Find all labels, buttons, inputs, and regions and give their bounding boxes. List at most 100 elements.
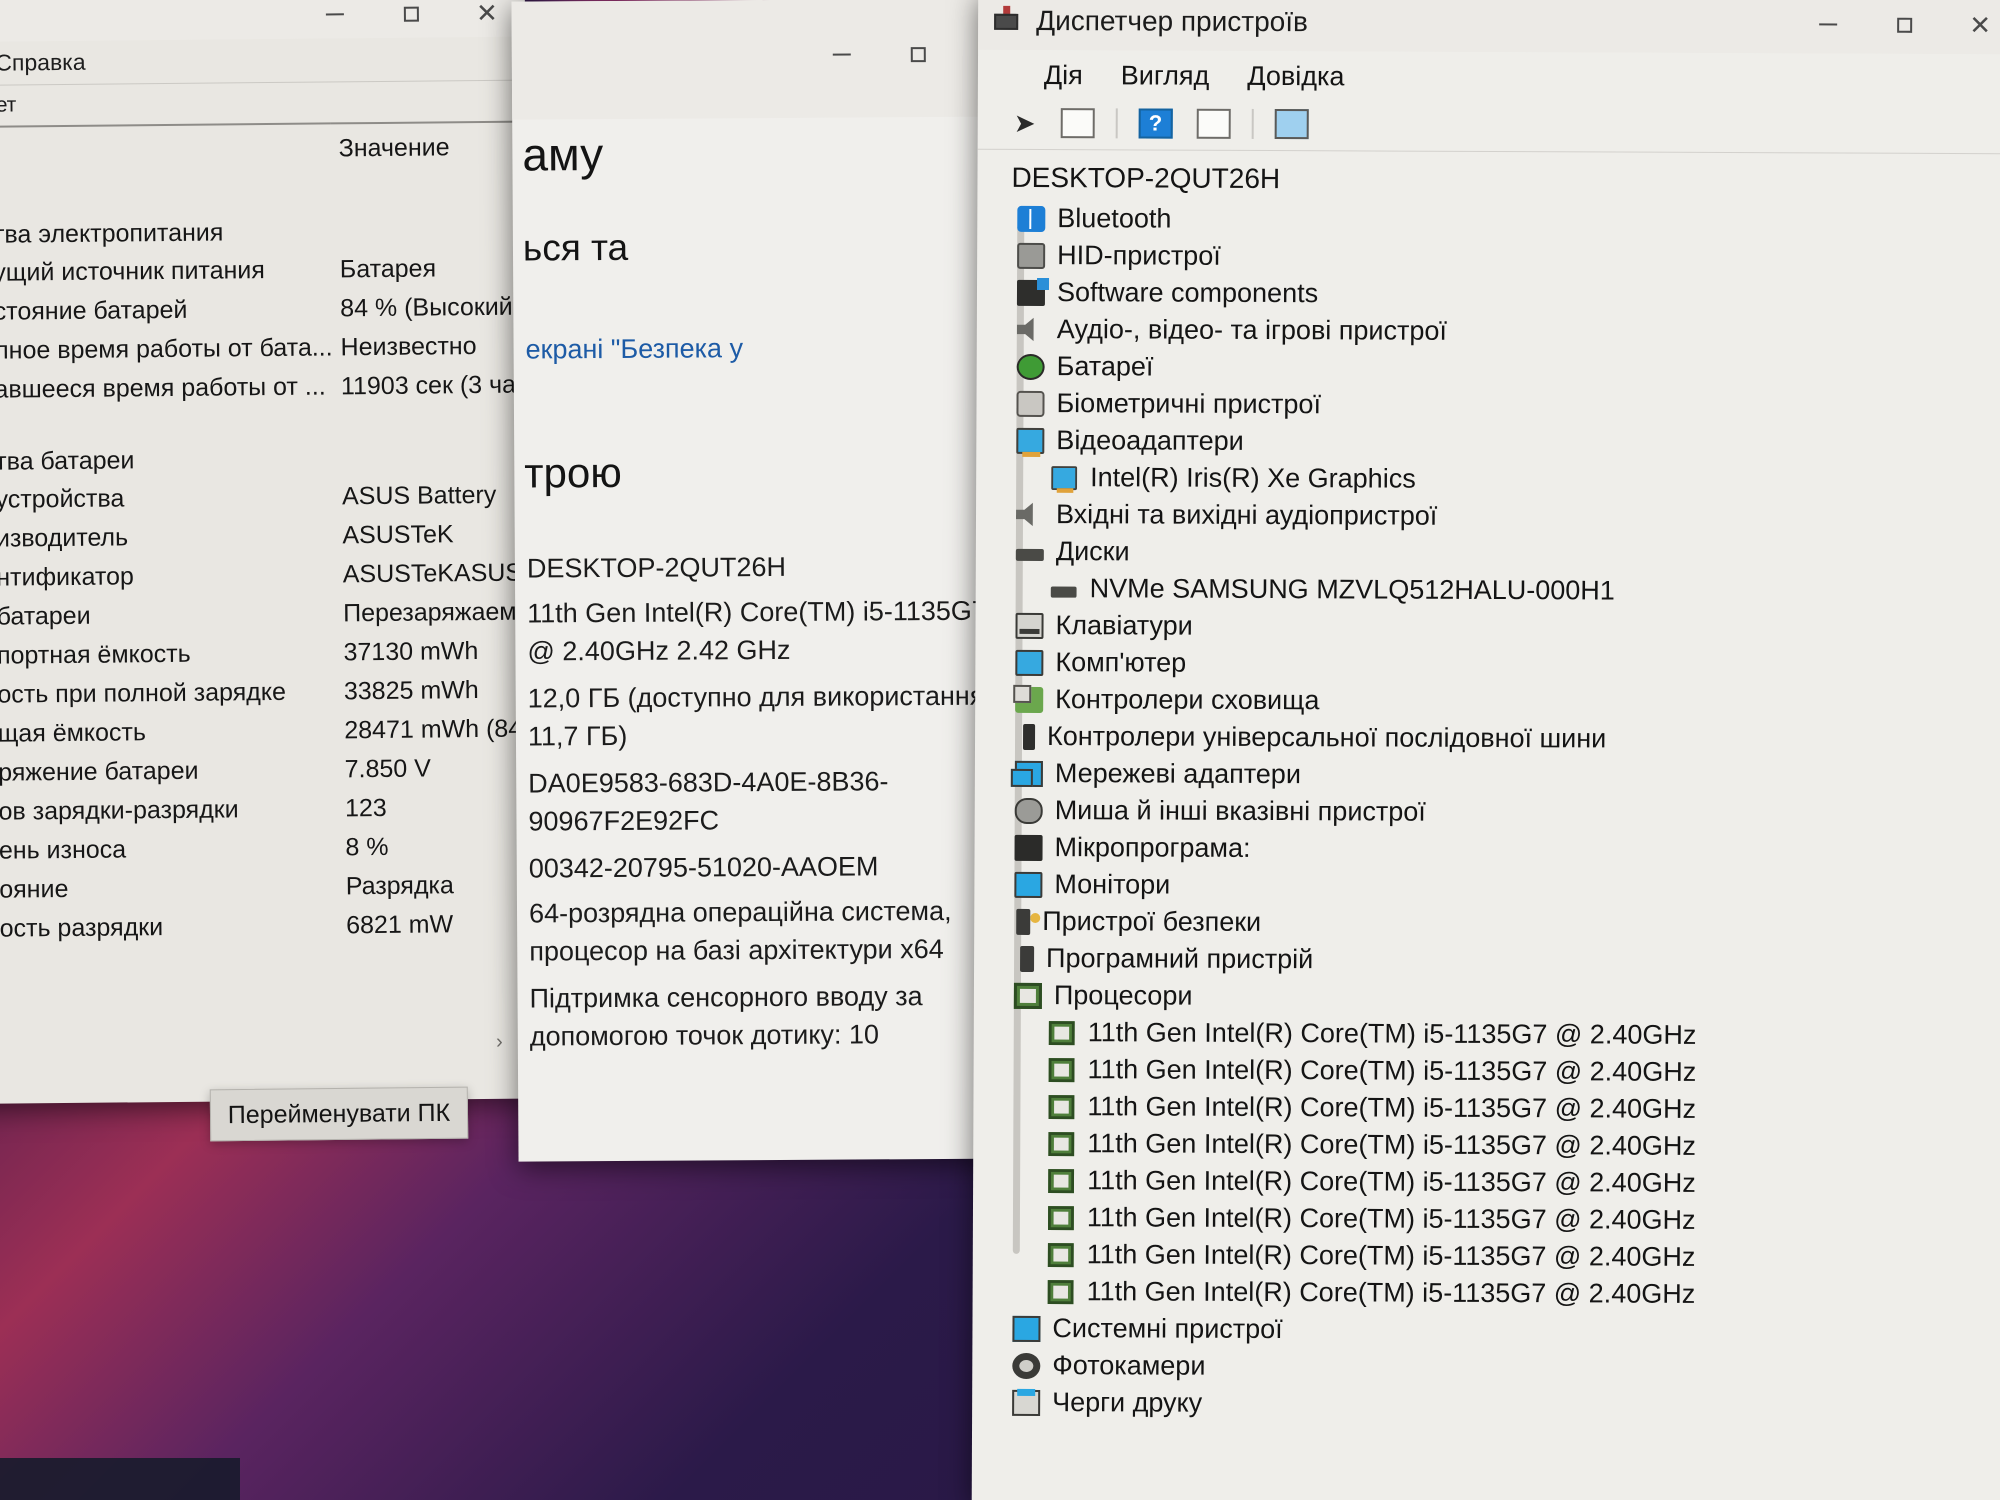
tree-item-label: 11th Gen Intel(R) Core(TM) i5-1135G7 @ 2… <box>1087 1017 1697 1050</box>
close-icon[interactable]: ✕ <box>1942 0 2000 54</box>
device-manager-menubar[interactable]: Дія Вигляд Довідка <box>978 50 2000 106</box>
computer-icon <box>1015 649 1044 676</box>
tree-item-software-devices[interactable]: Програмний пристрій <box>986 940 2000 981</box>
tree-item-processor-core[interactable]: 11th Gen Intel(R) Core(TM) i5-1135G7 @ 2… <box>985 1162 2000 1203</box>
minimize-icon[interactable] <box>297 0 373 39</box>
row-value: 8 % <box>345 832 389 862</box>
section-title: тва батареи <box>0 446 135 476</box>
tree-item-bluetooth[interactable]: Bluetooth <box>989 200 2000 241</box>
row-value: ASUSTeK <box>342 520 454 550</box>
tree-item-intel-iris-xe[interactable]: Intel(R) Iris(R) Xe Graphics <box>988 459 2000 500</box>
menu-action[interactable]: Дія <box>1044 60 1083 91</box>
usb-controller-icon <box>1022 723 1036 750</box>
tree-item-processors[interactable]: Процесори <box>986 977 2000 1018</box>
rename-pc-button[interactable]: Перейменувати ПК <box>209 1086 469 1142</box>
tree-item-security-devices[interactable]: Пристрої безпеки <box>986 903 2000 944</box>
tree-item-audio-inputs-outputs[interactable]: Вхідні та вихідні аудіопристрої <box>988 496 2000 537</box>
row-key: щая ёмкость <box>0 718 147 748</box>
row-value: 33825 mWh <box>343 676 479 706</box>
minimize-icon[interactable] <box>803 0 880 110</box>
settings-about-window[interactable]: ✕ аму ься та екрані "Безпека у трою DESK… <box>511 0 1039 1162</box>
minimize-icon[interactable] <box>1790 0 1866 54</box>
tree-item-storage-controllers[interactable]: Контролери сховища <box>987 681 2000 722</box>
show-hidden-devices-icon[interactable] <box>1271 106 1311 142</box>
tree-item-processor-core[interactable]: 11th Gen Intel(R) Core(TM) i5-1135G7 @ 2… <box>986 1014 2000 1055</box>
biometric-icon <box>1016 390 1045 417</box>
row-key: ость разрядки <box>0 913 164 943</box>
row-key: стояние батарей <box>0 295 188 326</box>
menu-help[interactable]: Довідка <box>1247 61 1344 92</box>
tree-item-processor-core[interactable]: 11th Gen Intel(R) Core(TM) i5-1135G7 @ 2… <box>986 1051 2000 1092</box>
row-key: батареи <box>0 601 91 631</box>
properties-icon[interactable] <box>1057 105 1097 141</box>
tree-item-processor-core[interactable]: 11th Gen Intel(R) Core(TM) i5-1135G7 @ 2… <box>985 1273 2000 1314</box>
tree-item-computer[interactable]: Комп'ютер <box>987 644 2000 685</box>
tree-item-print-queues[interactable]: Черги друку <box>984 1384 2000 1425</box>
tree-item-label: Пристрої безпеки <box>1042 906 1262 937</box>
tree-item-label: 11th Gen Intel(R) Core(TM) i5-1135G7 @ 2… <box>1087 1165 1696 1198</box>
tree-item-processor-core[interactable]: 11th Gen Intel(R) Core(TM) i5-1135G7 @ 2… <box>985 1199 2000 1240</box>
device-manager-titlebar[interactable]: Диспетчер пристроїв ✕ <box>978 0 2000 55</box>
device-manager-window-controls[interactable]: ✕ <box>1790 0 2000 54</box>
taskbar[interactable] <box>0 1458 240 1500</box>
maximize-icon[interactable] <box>879 0 956 109</box>
row-value: 11903 сек (3 час., 18 мин, 2 <box>340 369 536 401</box>
horizontal-scrollbar[interactable]: › <box>0 1028 535 1062</box>
tree-item-label: Мережеві адаптери <box>1054 758 1302 790</box>
battery-report-menu-help[interactable]: Справка <box>0 36 526 88</box>
row-value: 123 <box>344 793 387 823</box>
tree-item-disk-drives[interactable]: Диски <box>988 533 2000 574</box>
device-tree-root[interactable]: DESKTOP-2QUT26H <box>989 158 2000 204</box>
tree-item-monitors[interactable]: Монітори <box>986 866 2000 907</box>
tree-item-network-adapters[interactable]: Мережеві адаптери <box>987 755 2000 796</box>
tree-item-processor-core[interactable]: 11th Gen Intel(R) Core(TM) i5-1135G7 @ 2… <box>985 1088 2000 1129</box>
tree-item-label: Мікропрограма: <box>1054 832 1251 863</box>
row-key: ов зарядки-разрядки <box>0 795 239 826</box>
settings-titlebar[interactable]: ✕ <box>511 0 1033 120</box>
battery-report-titlebar[interactable]: ✕ <box>0 0 526 44</box>
storage-controller-icon <box>1015 686 1044 713</box>
tree-item-cameras[interactable]: Фотокамери <box>984 1347 2000 1388</box>
battery-report-window-controls[interactable]: ✕ <box>297 0 525 39</box>
table-row: ость разрядки 6821 mW <box>0 903 535 950</box>
tree-item-label: Програмний пристрій <box>1046 943 1314 975</box>
tree-item-display-adapters[interactable]: Відеоадаптери <box>988 422 2000 463</box>
tree-item-system-devices[interactable]: Системні пристрої <box>984 1310 2000 1351</box>
tree-item-label: Bluetooth <box>1057 203 1172 234</box>
tree-item-processor-core[interactable]: 11th Gen Intel(R) Core(TM) i5-1135G7 @ 2… <box>985 1125 2000 1166</box>
device-manager-window[interactable]: Диспетчер пристроїв ✕ Дія Вигляд Довідка… <box>971 0 2000 1500</box>
tree-item-hid[interactable]: HID-пристрої <box>989 237 2000 278</box>
row-key: лное время работы от бата... <box>0 333 333 365</box>
maximize-icon[interactable] <box>373 0 449 38</box>
about-heading-secondary: ься та <box>522 226 629 269</box>
tree-item-usb-controllers[interactable]: Контролери універсальної послідовної шин… <box>987 718 2000 759</box>
tree-item-processor-core[interactable]: 11th Gen Intel(R) Core(TM) i5-1135G7 @ 2… <box>985 1236 2000 1277</box>
device-manager-title: Диспетчер пристроїв <box>1036 4 1308 38</box>
row-value: 28471 mWh (84 %) <box>344 714 535 745</box>
software-device-icon <box>1020 945 1035 972</box>
maximize-icon[interactable] <box>1866 0 1942 54</box>
tree-item-label: 11th Gen Intel(R) Core(TM) i5-1135G7 @ 2… <box>1087 1091 1697 1124</box>
security-link[interactable]: екрані "Безпека у <box>525 333 743 365</box>
tree-item-keyboards[interactable]: Клавіатури <box>987 607 2000 648</box>
tree-item-nvme-samsung[interactable]: NVMe SAMSUNG MZVLQ512HALU-000H1 <box>988 570 2000 611</box>
tree-item-biometric[interactable]: Біометричні пристрої <box>988 385 2000 426</box>
device-tree[interactable]: DESKTOP-2QUT26H Bluetooth HID-пристрої S… <box>972 150 2000 1426</box>
help-icon[interactable] <box>1135 105 1175 141</box>
tree-item-audio-video-game[interactable]: Аудіо-, відео- та ігрові пристрої <box>989 311 2000 352</box>
battery-report-window[interactable]: ✕ Справка ет Значение тва электропитания… <box>0 0 536 1106</box>
scan-icon[interactable] <box>1193 106 1233 142</box>
menu-view[interactable]: Вигляд <box>1121 60 1210 91</box>
tree-item-firmware[interactable]: Мікропрограма: <box>986 829 2000 870</box>
processor-icon <box>1048 1057 1075 1082</box>
tree-item-batteries[interactable]: Батареї <box>989 348 2000 389</box>
back-arrow-icon[interactable]: ➤ <box>1014 107 1036 138</box>
tree-item-label: Системні пристрої <box>1052 1313 1283 1345</box>
tree-item-mice-pointing-devices[interactable]: Миша й інші вказівні пристрої <box>987 792 2000 833</box>
disk-drive-icon <box>1015 548 1044 562</box>
device-manager-toolbar[interactable]: ➤ <box>977 100 2000 155</box>
system-device-icon <box>1012 1315 1041 1342</box>
tree-item-software-components[interactable]: Software components <box>989 274 2000 315</box>
row-value: 37130 mWh <box>343 637 479 667</box>
scroll-right-arrow[interactable]: › <box>496 1030 503 1053</box>
